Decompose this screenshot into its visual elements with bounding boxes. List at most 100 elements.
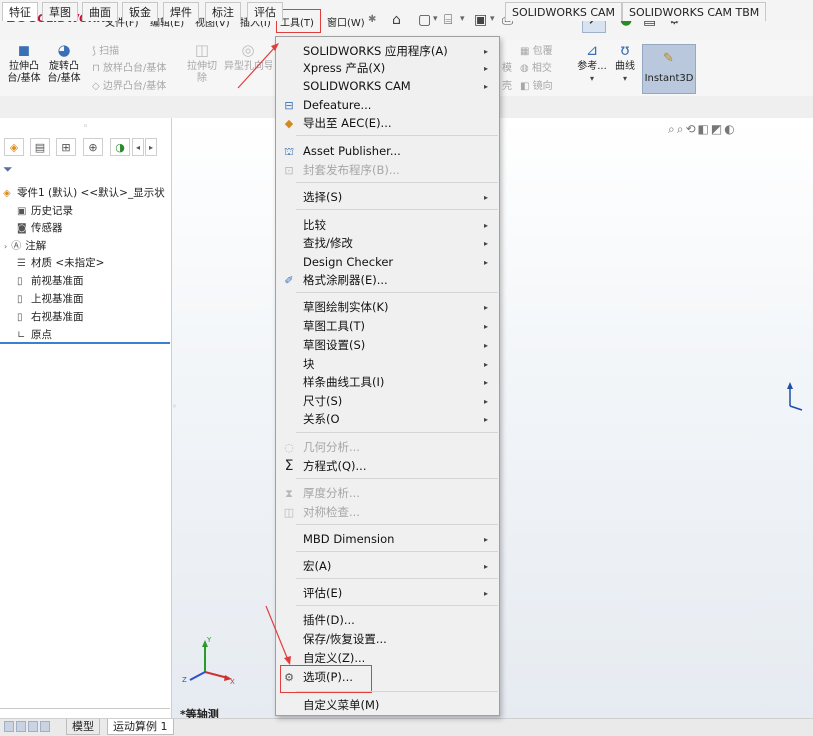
menu-item-defeature[interactable]: ⊟ Defeature... xyxy=(276,96,498,115)
tabs-scroll-right-icon[interactable]: ▸ xyxy=(145,138,157,156)
sweep-button[interactable]: ⟆ 扫描 xyxy=(92,42,119,57)
loft-button[interactable]: ⊓ 放样凸台/基体 xyxy=(92,59,166,74)
view-orientation-icon[interactable]: ◩ xyxy=(711,122,724,136)
menu-item-envelope-publisher[interactable]: ⊡ 封套发布程序(B)... xyxy=(276,161,498,180)
revolve-boss-button[interactable]: ◕ 旋转凸 台/基体 xyxy=(46,43,82,85)
pin-icon[interactable]: ✱ xyxy=(368,14,376,25)
menu-item-format-painter[interactable]: ✐ 格式涂刷器(E)... xyxy=(276,271,498,290)
previous-view-icon[interactable]: ⟲ xyxy=(685,122,697,136)
menu-item-find-modify[interactable]: 查找/修改 ▸ xyxy=(276,234,498,253)
nav-first-icon[interactable] xyxy=(4,721,14,732)
menu-item-relations[interactable]: 关系(O ▸ xyxy=(276,410,498,429)
tab-solidworks-cam-tbm[interactable]: SOLIDWORKS CAM TBM xyxy=(622,2,767,21)
tree-item-origin[interactable]: ∟ 原点 xyxy=(17,327,52,342)
feature-manager-tab-icon[interactable]: ◈ xyxy=(4,138,24,156)
menu-separator xyxy=(296,605,498,606)
menu-item-sketch-settings[interactable]: 草图设置(S) ▸ xyxy=(276,336,498,355)
save-icon[interactable]: ▣ xyxy=(474,12,487,28)
menu-item-solidworks-cam[interactable]: SOLIDWORKS CAM ▸ xyxy=(276,77,498,96)
reference-geometry-button[interactable]: ⊿ 参考... ▾ xyxy=(574,43,610,85)
tree-item-top-plane[interactable]: ▯ 上视基准面 xyxy=(17,291,84,306)
menu-item-blocks[interactable]: 块 ▸ xyxy=(276,355,498,374)
menu-item-evaluate[interactable]: 评估(E) ▸ xyxy=(276,584,498,603)
expand-arrow-icon[interactable]: › xyxy=(4,242,7,251)
open-dropdown-icon[interactable]: ▾ xyxy=(460,14,465,24)
tree-item-history-label: 历史记录 xyxy=(31,205,73,217)
section-view-icon[interactable]: ◧ xyxy=(698,122,711,136)
tab-sketch[interactable]: 草图 xyxy=(42,2,78,21)
display-style-icon[interactable]: ◐ xyxy=(724,122,736,136)
manager-tabs: ◈ ▤ ⊞ ⊕ ◑ ◂ ▸ xyxy=(0,136,171,158)
tree-item-right-plane[interactable]: ▯ 右视基准面 xyxy=(17,309,84,324)
rollback-bar[interactable] xyxy=(0,342,170,344)
panel-grip-icon[interactable]: ◦ xyxy=(0,118,171,136)
menu-item-export-aec[interactable]: ◆ 导出至 AEC(E)... xyxy=(276,114,498,133)
tree-item-part[interactable]: ◈ 零件1 (默认) <<默认>_显示状 xyxy=(3,185,165,200)
tab-surfaces[interactable]: 曲面 xyxy=(82,2,118,21)
menu-item-add-ins[interactable]: 插件(D)... xyxy=(276,611,498,630)
tree-item-top-plane-label: 上视基准面 xyxy=(31,293,84,305)
mirror-button[interactable]: ◧ 镜向 xyxy=(520,77,553,92)
menu-item-sketch-tools[interactable]: 草图工具(T) ▸ xyxy=(276,317,498,336)
tab-model[interactable]: 模型 xyxy=(66,719,100,735)
menu-item-compare[interactable]: 比较 ▸ xyxy=(276,216,498,235)
tab-weldments[interactable]: 焊件 xyxy=(163,2,199,21)
tab-solidworks-cam[interactable]: SOLIDWORKS CAM xyxy=(505,2,623,21)
menu-item-equations[interactable]: Σ 方程式(Q)... xyxy=(276,457,498,476)
extrude-cut-button[interactable]: ◫ 拉伸切 除 xyxy=(186,43,218,85)
menu-item-asset-publisher[interactable]: ⛫ Asset Publisher... xyxy=(276,142,498,161)
extrude-boss-button[interactable]: ◼ 拉伸凸 台/基体 xyxy=(5,43,43,85)
menu-item-sketch-entities[interactable]: 草图绘制实体(K) ▸ xyxy=(276,298,498,317)
heads-up-view-toolbar[interactable]: ⌕⌕⟲◧◩◐ xyxy=(668,122,737,137)
curves-button[interactable]: ʊ 曲线 ▾ xyxy=(612,43,638,85)
tab-markup[interactable]: 标注 xyxy=(205,2,241,21)
new-dropdown-icon[interactable]: ▾ xyxy=(433,14,438,24)
intersect-button[interactable]: ◍ 相交 xyxy=(520,59,552,74)
menu-item-macro[interactable]: 宏(A) ▸ xyxy=(276,557,498,576)
hole-wizard-button[interactable]: ◎ 异型孔向导 xyxy=(224,44,272,73)
tree-item-history[interactable]: ▣ 历史记录 xyxy=(17,203,73,218)
menu-item-dimensions[interactable]: 尺寸(S) ▸ xyxy=(276,392,498,411)
menu-item-symmetry-check[interactable]: ◫ 对称检查... xyxy=(276,503,498,522)
menu-item-thickness-analysis[interactable]: ⧗ 厚度分析... xyxy=(276,484,498,503)
tree-item-front-plane[interactable]: ▯ 前视基准面 xyxy=(17,273,84,288)
nav-prev-icon[interactable] xyxy=(16,721,26,732)
new-document-icon[interactable]: ▢ xyxy=(418,12,431,28)
tree-item-sensors[interactable]: ◙ 传感器 xyxy=(17,220,63,235)
menu-item-design-checker[interactable]: Design Checker ▸ xyxy=(276,253,498,272)
menu-item-save-restore-settings[interactable]: 保存/恢复设置... xyxy=(276,630,498,649)
history-icon: ▣ xyxy=(17,206,27,217)
tab-evaluate[interactable]: 评估 xyxy=(247,2,283,21)
tab-motion-study[interactable]: 运动算例 1 xyxy=(107,719,174,735)
tab-sheet-metal[interactable]: 钣金 xyxy=(122,2,158,21)
nav-next-icon[interactable] xyxy=(28,721,38,732)
filter-icon[interactable]: ⏷ xyxy=(3,162,13,177)
open-folder-icon[interactable]: ⌸ xyxy=(444,12,452,28)
dimxpert-tab-icon[interactable]: ⊕ xyxy=(83,138,103,156)
wrap-button[interactable]: ▦ 包覆 xyxy=(520,42,553,57)
menu-item-spline-tools[interactable]: 样条曲线工具(I) ▸ xyxy=(276,373,498,392)
menu-window[interactable]: 窗口(W) xyxy=(327,14,365,29)
display-manager-tab-icon[interactable]: ◑ xyxy=(110,138,130,156)
instant3d-button[interactable]: ✎ Instant3D xyxy=(642,44,696,94)
property-manager-tab-icon[interactable]: ▤ xyxy=(30,138,50,156)
menu-item-geometry-analysis[interactable]: ◌ 几何分析... xyxy=(276,438,498,457)
thickness-analysis-icon: ⧗ xyxy=(285,487,293,500)
menu-item-select[interactable]: 选择(S) ▸ xyxy=(276,188,498,207)
tab-features[interactable]: 特征 xyxy=(2,2,38,21)
tree-item-material[interactable]: ☰ 材质 <未指定> xyxy=(17,255,104,270)
tree-item-annotations[interactable]: › Ⓐ 注解 xyxy=(4,237,46,253)
configuration-manager-tab-icon[interactable]: ⊞ xyxy=(56,138,76,156)
menu-item-mbd-dimension[interactable]: MBD Dimension ▸ xyxy=(276,530,498,549)
menu-separator xyxy=(296,478,498,479)
submenu-arrow-icon: ▸ xyxy=(484,360,489,369)
tabs-scroll-left-icon[interactable]: ◂ xyxy=(132,138,144,156)
nav-last-icon[interactable] xyxy=(40,721,50,732)
home-icon[interactable]: ⌂ xyxy=(392,12,401,28)
menu-item-xpress-products[interactable]: Xpress 产品(X) ▸ xyxy=(276,59,498,78)
panel-collapse-handle-icon[interactable]: ◦ xyxy=(172,402,180,416)
save-dropdown-icon[interactable]: ▾ xyxy=(490,14,495,24)
menu-item-customize-menu[interactable]: 自定义菜单(M) xyxy=(276,696,498,715)
zoom-to-fit-icon[interactable]: ⌕ xyxy=(668,122,677,136)
boundary-button[interactable]: ◇ 边界凸台/基体 xyxy=(92,77,166,92)
